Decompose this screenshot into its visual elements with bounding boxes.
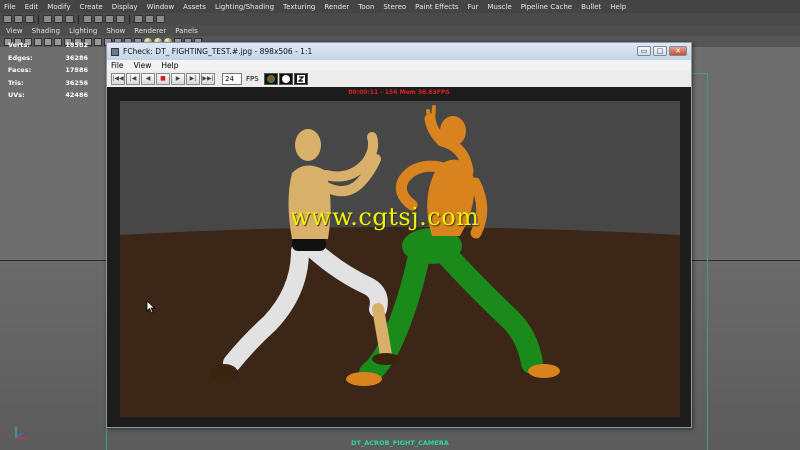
menu-bullet[interactable]: Bullet (581, 3, 601, 11)
panel-menu-lighting[interactable]: Lighting (69, 27, 97, 35)
menu-display[interactable]: Display (112, 3, 138, 11)
menu-paint-effects[interactable]: Paint Effects (415, 3, 458, 11)
select-object-icon[interactable] (54, 15, 63, 23)
toolbar-divider (129, 14, 130, 24)
menu-render[interactable]: Render (324, 3, 349, 11)
edges-value: 36286 (65, 53, 88, 62)
save-scene-icon[interactable] (25, 15, 34, 23)
render-settings-icon[interactable] (156, 15, 165, 23)
menu-window[interactable]: Window (147, 3, 175, 11)
panel-menu-shading[interactable]: Shading (32, 27, 60, 35)
menu-muscle[interactable]: Muscle (487, 3, 511, 11)
menu-modify[interactable]: Modify (47, 3, 70, 11)
panel-menu-view[interactable]: View (6, 27, 23, 35)
fcheck-titlebar[interactable]: FCheck: DT_ FIGHTING_TEST.#.jpg - 898x50… (107, 43, 691, 60)
ipr-render-icon[interactable] (145, 15, 154, 23)
menu-fur[interactable]: Fur (468, 3, 479, 11)
watermark-text: www.cgtsj.com (290, 203, 480, 231)
fcheck-window[interactable]: FCheck: DT_ FIGHTING_TEST.#.jpg - 898x50… (106, 42, 692, 428)
rendered-frame (120, 101, 680, 417)
toolbar-divider (78, 14, 79, 24)
snap-plane-icon[interactable] (116, 15, 125, 23)
panel-menu-show[interactable]: Show (106, 27, 125, 35)
menu-file[interactable]: File (4, 3, 16, 11)
maya-main-menubar: File Edit Modify Create Display Window Assets L… (0, 0, 800, 13)
close-button[interactable]: ✕ (669, 46, 687, 56)
menu-stereo[interactable]: Stereo (383, 3, 406, 11)
menu-toon[interactable]: Toon (358, 3, 374, 11)
play-backward-icon[interactable]: ◀ (141, 73, 155, 85)
fcheck-image-area[interactable]: 00:00:11 - 156 Mem 36.63FPS (107, 87, 691, 427)
verts-label: Verts: (8, 41, 30, 50)
stop-icon[interactable]: ■ (156, 73, 170, 85)
fcheck-menubar: File View Help (107, 60, 691, 71)
panel-menubar: View Shading Lighting Show Renderer Panels (0, 25, 800, 36)
fcheck-playback-controls: |◀◀ |◀ ◀ ■ ▶ ▶| ▶▶| 24 FPS (107, 71, 691, 87)
poly-count-hud: Verts: 18582 Edges: 36286 Faces: 17886 Tris… (8, 39, 88, 102)
maximize-button[interactable]: □ (653, 46, 667, 56)
snap-grid-icon[interactable] (83, 15, 92, 23)
maya-status-toolbar (0, 13, 800, 25)
fps-label: FPS (246, 75, 259, 83)
tris-value: 36256 (65, 78, 88, 87)
fcheck-menu-file[interactable]: File (111, 61, 124, 70)
menu-lighting-shading[interactable]: Lighting/Shading (215, 3, 274, 11)
uvs-value: 42486 (65, 91, 88, 100)
fcheck-menu-view[interactable]: View (134, 61, 152, 70)
render-frame-icon[interactable] (134, 15, 143, 23)
go-to-start-icon[interactable]: |◀◀ (111, 73, 125, 85)
go-to-end-icon[interactable]: ▶▶| (201, 73, 215, 85)
timecode-readout: 00:00:11 - 156 Mem 36.63FPS (348, 89, 450, 96)
snap-point-icon[interactable] (105, 15, 114, 23)
select-component-icon[interactable] (65, 15, 74, 23)
fcheck-menu-help[interactable]: Help (161, 61, 178, 70)
menu-pipeline-cache[interactable]: Pipeline Cache (521, 3, 572, 11)
faces-label: Faces: (8, 66, 32, 75)
safe-action-icon[interactable] (94, 37, 102, 46)
zdepth-channel-icon[interactable] (293, 73, 308, 85)
snap-curve-icon[interactable] (94, 15, 103, 23)
fcheck-app-icon (111, 47, 119, 56)
minimize-button[interactable]: ▭ (637, 46, 651, 56)
camera-name-label: DT_ACROB_FIGHT_CAMERA (351, 439, 449, 447)
mouse-cursor-icon (146, 300, 156, 314)
menu-help[interactable]: Help (610, 3, 626, 11)
menu-texturing[interactable]: Texturing (283, 3, 315, 11)
fps-input[interactable]: 24 (222, 73, 242, 85)
menu-create[interactable]: Create (79, 3, 102, 11)
edges-label: Edges: (8, 53, 33, 62)
toolbar-divider (38, 14, 39, 24)
step-back-icon[interactable]: |◀ (126, 73, 140, 85)
panel-menu-renderer[interactable]: Renderer (134, 27, 166, 35)
select-hierarchy-icon[interactable] (43, 15, 52, 23)
rgb-channel-icon[interactable] (263, 73, 278, 85)
panel-menu-panels[interactable]: Panels (175, 27, 198, 35)
verts-value: 18582 (65, 41, 88, 50)
menu-edit[interactable]: Edit (25, 3, 39, 11)
step-forward-icon[interactable]: ▶| (186, 73, 200, 85)
uvs-label: UVs: (8, 91, 25, 100)
play-forward-icon[interactable]: ▶ (171, 73, 185, 85)
fcheck-title: FCheck: DT_ FIGHTING_TEST.#.jpg - 898x50… (123, 47, 313, 56)
new-scene-icon[interactable] (3, 15, 12, 23)
alpha-channel-icon[interactable] (278, 73, 293, 85)
faces-value: 17886 (65, 66, 88, 75)
menu-assets[interactable]: Assets (183, 3, 206, 11)
tris-label: Tris: (8, 78, 24, 87)
open-scene-icon[interactable] (14, 15, 23, 23)
